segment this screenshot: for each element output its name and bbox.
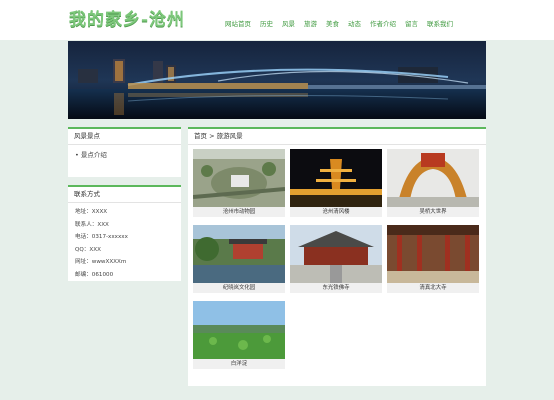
gallery-item[interactable]: 纪晓岚文化园: [193, 225, 285, 293]
zoo-aerial-photo[interactable]: [193, 149, 285, 207]
arch-gate-photo[interactable]: [387, 149, 479, 207]
gallery-caption: 东光铁佛寺: [290, 283, 382, 293]
night-tower-photo[interactable]: [290, 149, 382, 207]
scenic-spots-panel: 风景景点 • 景点介绍: [68, 127, 181, 177]
gallery-caption: 清真北大寺: [387, 283, 479, 293]
gallery-panel: 首页 > 旅游风景 沧州市动物园 沧州清风楼 吴桥大世界 纪晓岚文化园 东光铁佛…: [188, 127, 486, 386]
gallery-item[interactable]: 东光铁佛寺: [290, 225, 382, 293]
nav-item-food[interactable]: 美食: [326, 19, 339, 29]
contact-panel: 联系方式 地址：XXXX 联系人：XXX 电话：0317-xxxxxx QQ：X…: [68, 185, 181, 281]
contact-postcode: 邮编：061000: [75, 271, 114, 278]
gallery-item[interactable]: 沧州市动物园: [193, 149, 285, 217]
nav-item-author[interactable]: 作者介绍: [370, 19, 396, 29]
gallery-caption: 白洋淀: [193, 359, 285, 369]
bullet-icon: •: [75, 151, 79, 159]
nav-item-travel[interactable]: 旅游: [304, 19, 317, 29]
sidebar-item-spot-intro[interactable]: • 景点介绍: [68, 145, 181, 160]
breadcrumb[interactable]: 首页 > 旅游风景: [188, 127, 486, 145]
site-header: 我的家乡-沧州 网站首页 历史 风景 旅游 美食 动态 作者介绍 留言 联系我们: [0, 0, 554, 40]
gallery-item[interactable]: 吴桥大世界: [387, 149, 479, 217]
contact-person: 联系人：XXX: [75, 221, 109, 228]
gallery-caption: 沧州市动物园: [193, 207, 285, 217]
nav-item-news[interactable]: 动态: [348, 19, 361, 29]
nav-item-scenery[interactable]: 风景: [282, 19, 295, 29]
nav-item-history[interactable]: 历史: [260, 19, 273, 29]
contact-qq: QQ：XXX: [75, 246, 101, 253]
site-logo[interactable]: 我的家乡-沧州: [69, 9, 185, 31]
nav-item-message[interactable]: 留言: [405, 19, 418, 29]
gallery-caption: 沧州清风楼: [290, 207, 382, 217]
gallery-item[interactable]: 清真北大寺: [387, 225, 479, 293]
contact-website: 网址：wwwXXXXm: [75, 259, 127, 266]
gallery-caption: 吴桥大世界: [387, 207, 479, 217]
nav-item-contact[interactable]: 联系我们: [427, 19, 453, 29]
garden-photo[interactable]: [193, 225, 285, 283]
contact-panel-title: 联系方式: [68, 185, 181, 203]
gallery-item[interactable]: 白洋淀: [193, 301, 285, 369]
contact-info: 地址：XXXX 联系人：XXX 电话：0317-xxxxxx QQ：XXX 网址…: [68, 203, 181, 282]
main-nav: 网站首页 历史 风景 旅游 美食 动态 作者介绍 留言 联系我们: [225, 19, 462, 29]
lotus-lake-photo[interactable]: [193, 301, 285, 359]
contact-phone: 电话：0317-xxxxxx: [75, 234, 128, 241]
scenic-panel-title: 风景景点: [68, 127, 181, 145]
city-night-banner: [68, 41, 486, 119]
gallery-item[interactable]: 沧州清风楼: [290, 149, 382, 217]
mosque-hall-photo[interactable]: [387, 225, 479, 283]
gallery-caption: 纪晓岚文化园: [193, 283, 285, 293]
temple-photo[interactable]: [290, 225, 382, 283]
sidebar-item-label: 景点介绍: [80, 151, 107, 159]
nav-item-home[interactable]: 网站首页: [225, 19, 251, 29]
contact-address: 地址：XXXX: [75, 209, 108, 215]
